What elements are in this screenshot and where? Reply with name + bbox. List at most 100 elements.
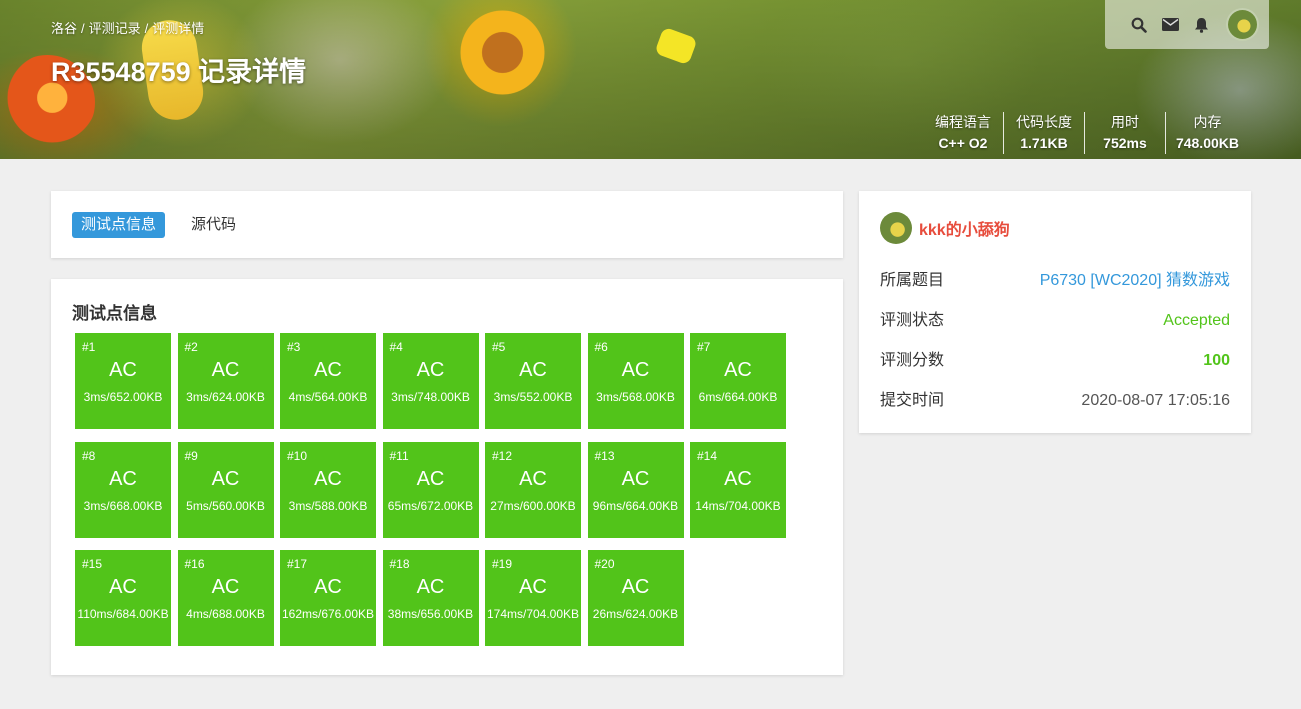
page-title: R35548759 记录详情 <box>51 57 307 87</box>
stat-value: C++ O2 <box>938 135 988 151</box>
testcase-tile[interactable]: #16 AC 4ms/688.00KB <box>177 550 274 646</box>
testcase-status: AC <box>519 359 547 381</box>
testcase-status: AC <box>211 576 240 598</box>
stat-value: 1.71KB <box>1020 135 1068 151</box>
testcase-id: #4 <box>389 340 403 354</box>
stat-label: 内存 <box>1193 114 1222 130</box>
info-row-problem: 所属题目 P6730 [WC2020] 猜数游戏 <box>880 270 1230 292</box>
testcase-status: AC <box>519 576 547 598</box>
testcase-status: AC <box>109 576 137 598</box>
testcase-id: #15 <box>82 557 103 571</box>
testcase-time-memory: 5ms/560.00KB <box>186 498 265 513</box>
testcase-tile[interactable]: #19 AC 174ms/704.00KB <box>485 550 581 646</box>
testcase-id: #14 <box>697 448 718 463</box>
testcase-id: #12 <box>492 448 513 463</box>
testcase-id: #3 <box>287 340 301 354</box>
search-icon[interactable] <box>1130 16 1148 34</box>
testcases-heading: 测试点信息 <box>72 304 157 323</box>
tab-testcases[interactable]: 测试点信息 <box>72 212 166 238</box>
testcase-status: AC <box>109 467 137 490</box>
testcase-status: AC <box>314 359 342 381</box>
breadcrumb-item-records[interactable]: 评测记录 <box>89 21 141 36</box>
testcase-tile[interactable]: #3 AC 4ms/564.00KB <box>280 333 376 429</box>
testcase-time-memory: 38ms/656.00KB <box>387 607 474 621</box>
testcase-time-memory: 65ms/672.00KB <box>387 498 474 513</box>
testcase-tile[interactable]: #7 AC 6ms/664.00KB <box>690 333 786 429</box>
mail-icon[interactable] <box>1161 16 1179 34</box>
testcase-time-memory: 3ms/652.00KB <box>83 390 163 404</box>
testcase-id: #2 <box>184 340 198 354</box>
testcase-tile[interactable]: #2 AC 3ms/624.00KB <box>177 333 274 429</box>
problem-link[interactable]: P6730 [WC2020] 猜数游戏 <box>1040 270 1230 292</box>
info-row-submit-time: 提交时间 2020-08-07 17:05:16 <box>880 390 1230 412</box>
testcase-time-memory: 6ms/664.00KB <box>698 390 778 404</box>
user-avatar[interactable] <box>1226 8 1259 41</box>
testcase-id: #11 <box>389 448 409 463</box>
submit-time-value: 2020-08-07 17:05:16 <box>1081 392 1230 409</box>
testcase-tile[interactable]: #18 AC 38ms/656.00KB <box>382 550 479 646</box>
stat-label: 用时 <box>1110 114 1139 130</box>
testcase-id: #8 <box>82 448 96 463</box>
testcase-id: #9 <box>184 448 198 463</box>
testcase-time-memory: 110ms/684.00KB <box>77 607 169 621</box>
breadcrumb: 洛谷 / 评测记录 / 评测详情 <box>51 21 205 36</box>
testcase-status: AC <box>724 359 752 381</box>
breadcrumb-item-detail: 评测详情 <box>152 21 205 36</box>
testcase-tile[interactable]: #4 AC 3ms/748.00KB <box>382 333 479 429</box>
testcase-status: AC <box>211 467 240 490</box>
submitter-avatar[interactable] <box>880 212 912 244</box>
testcase-status: AC <box>416 467 445 490</box>
testcase-status: AC <box>724 467 752 490</box>
testcase-status: AC <box>314 576 342 598</box>
testcase-status: AC <box>621 576 650 598</box>
testcase-tile[interactable]: #11 AC 65ms/672.00KB <box>382 441 479 538</box>
testcase-time-memory: 3ms/568.00KB <box>596 390 675 404</box>
testcase-status: AC <box>621 467 650 490</box>
testcase-id: #19 <box>492 557 513 571</box>
testcase-time-memory: 26ms/624.00KB <box>592 607 679 621</box>
testcase-status: AC <box>416 359 445 381</box>
testcase-tile[interactable]: #14 AC 14ms/704.00KB <box>690 441 786 538</box>
breadcrumb-item-home[interactable]: 洛谷 <box>51 21 77 36</box>
testcase-id: #18 <box>389 557 410 571</box>
testcase-tile[interactable]: #6 AC 3ms/568.00KB <box>587 333 684 429</box>
testcase-time-memory: 3ms/552.00KB <box>493 390 573 404</box>
record-stats: 编程语言 C++ O2 代码长度 1.71KB 用时 752ms 内存 748.… <box>923 112 1249 154</box>
stat-label: 代码长度 <box>1015 114 1072 130</box>
testcase-status: AC <box>109 359 137 381</box>
tab-source-code[interactable]: 源代码 <box>182 212 245 238</box>
testcase-status: AC <box>416 576 445 598</box>
tabs-card: 测试点信息 源代码 <box>51 191 843 258</box>
record-info-card: kkk的小舔狗 所属题目 P6730 [WC2020] 猜数游戏 评测状态 Ac… <box>859 191 1251 433</box>
testcase-status: AC <box>621 359 650 381</box>
testcase-status: AC <box>314 467 342 490</box>
submitter-name[interactable]: kkk的小舔狗 <box>919 216 1010 240</box>
testcase-tile[interactable]: #15 AC 110ms/684.00KB <box>75 550 171 646</box>
bell-icon[interactable] <box>1192 16 1210 34</box>
score-value: 100 <box>1203 352 1230 369</box>
testcase-tile[interactable]: #8 AC 3ms/668.00KB <box>75 441 171 538</box>
testcase-id: #5 <box>492 340 506 354</box>
testcase-tile[interactable]: #9 AC 5ms/560.00KB <box>177 441 274 538</box>
testcase-time-memory: 162ms/676.00KB <box>281 607 375 621</box>
testcase-status: AC <box>211 359 240 381</box>
testcase-tile[interactable]: #13 AC 96ms/664.00KB <box>587 441 684 538</box>
testcases-card: 测试点信息 #1 AC 3ms/652.00KB #2 AC 3ms/624.00KB #3… <box>51 279 843 675</box>
testcase-time-memory: 14ms/704.00KB <box>695 498 781 513</box>
testcase-tile[interactable]: #17 AC 162ms/676.00KB <box>280 550 376 646</box>
stat-label: 编程语言 <box>934 114 991 130</box>
banner-sunflower-illustration <box>455 5 550 100</box>
testcase-tile[interactable]: #10 AC 3ms/588.00KB <box>280 441 376 538</box>
info-label: 评测分数 <box>880 352 945 369</box>
submitter: kkk的小舔狗 <box>880 212 1010 244</box>
testcase-tile[interactable]: #1 AC 3ms/652.00KB <box>75 333 171 429</box>
status-value: Accepted <box>1163 312 1230 329</box>
stat-memory: 内存 748.00KB <box>1164 112 1249 154</box>
info-row-status: 评测状态 Accepted <box>880 310 1230 332</box>
testcase-tile[interactable]: #12 AC 27ms/600.00KB <box>485 441 581 538</box>
top-toolbar <box>1105 0 1269 49</box>
info-label: 评测状态 <box>880 312 945 329</box>
testcase-time-memory: 3ms/624.00KB <box>186 390 265 404</box>
testcase-tile[interactable]: #5 AC 3ms/552.00KB <box>485 333 581 429</box>
testcase-tile[interactable]: #20 AC 26ms/624.00KB <box>587 550 684 646</box>
